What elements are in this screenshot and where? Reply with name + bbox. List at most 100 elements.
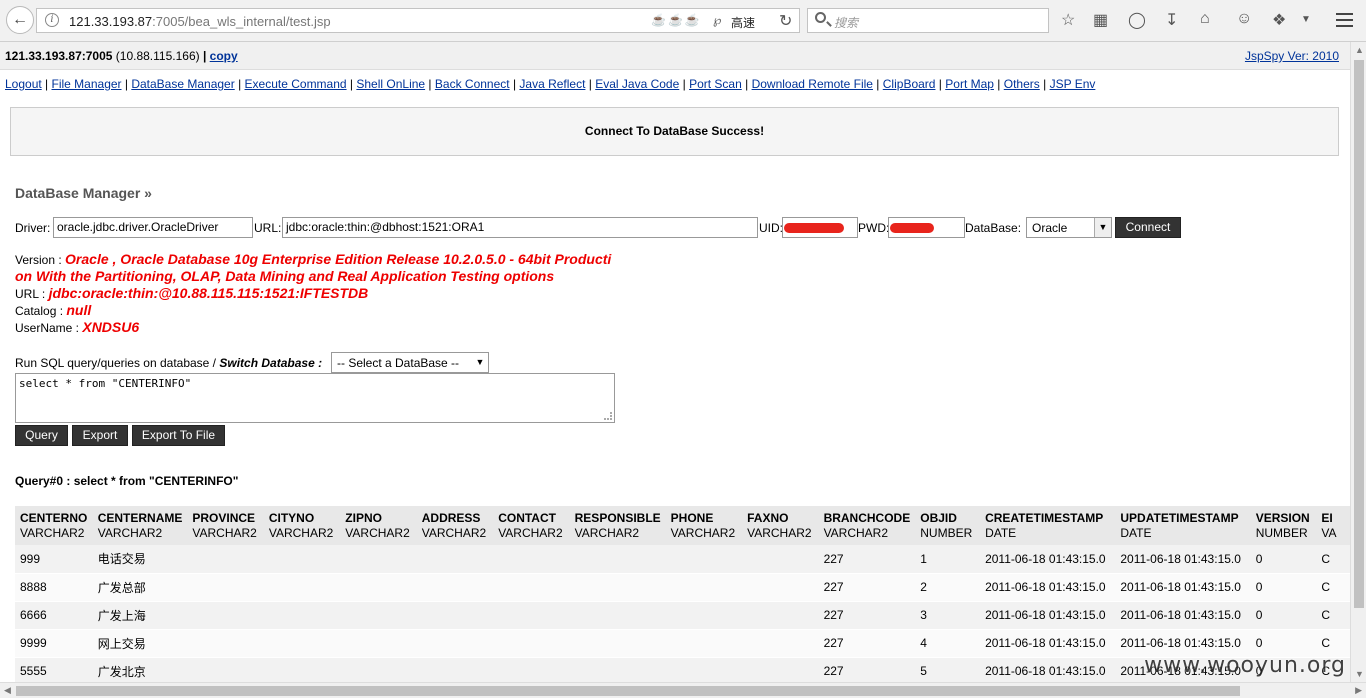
switch-database-select[interactable]: -- Select a DataBase -- ▼ [331, 352, 489, 373]
home-icon[interactable]: ⌂ [1200, 10, 1210, 28]
table-cell: 2011-06-18 01:43:15.0 [980, 657, 1116, 682]
driver-input[interactable]: oracle.jdbc.driver.OracleDriver [53, 217, 253, 238]
table-cell: C [1316, 573, 1350, 602]
catalog-label: Catalog : [15, 304, 64, 318]
username-label: UserName : [15, 321, 80, 335]
version-link[interactable]: JspSpy Ver: 2010 [1245, 49, 1339, 63]
table-cell [263, 629, 341, 658]
speed-label[interactable]: 高速 [731, 14, 755, 31]
nav-link-others[interactable]: Others [1004, 77, 1040, 91]
url-text[interactable]: 121.33.193.87:7005/bea_wls_internal/test… [69, 14, 331, 29]
column-name: PHONE [670, 511, 714, 525]
vertical-scroll-thumb[interactable] [1354, 60, 1364, 608]
vertical-scrollbar[interactable]: ▲ ▼ [1350, 42, 1366, 682]
database-label: DataBase: [965, 221, 1022, 235]
table-cell: 6666 [15, 601, 93, 630]
chat-icon[interactable]: ☺ [1236, 10, 1252, 28]
scroll-down-icon[interactable]: ▼ [1355, 669, 1364, 679]
table-row: 8888 广发总部 227 2 2011-06-18 01:43:15.0 2011-06… [15, 573, 1350, 602]
watermark: www.wooyun.org [1144, 653, 1346, 678]
table-cell: 2011-06-18 01:43:15.0 [980, 573, 1116, 602]
database-select[interactable]: Oracle ▼ [1026, 217, 1112, 238]
column-header: ADDRESS VARCHAR2 [416, 506, 494, 545]
nav-link-execute-command[interactable]: Execute Command [245, 77, 347, 91]
column-header: VERSION NUMBER [1250, 506, 1317, 545]
column-header: PHONE VARCHAR2 [665, 506, 743, 545]
nav-link-port-map[interactable]: Port Map [945, 77, 994, 91]
browser-toolbar: ← i 121.33.193.87:7005/bea_wls_internal/… [0, 0, 1366, 42]
table-cell: 2011-06-18 01:43:15.0 [1115, 545, 1251, 574]
chevron-down-icon[interactable]: ▼ [1301, 14, 1311, 25]
column-type: VARCHAR2 [421, 526, 487, 540]
reload-icon[interactable]: ↻ [779, 11, 792, 31]
nav-link-clipboard[interactable]: ClipBoard [883, 77, 936, 91]
horizontal-scroll-thumb[interactable] [16, 686, 1240, 696]
pocket-icon[interactable]: ◯ [1128, 10, 1146, 30]
nav-link-eval-java-code[interactable]: Eval Java Code [595, 77, 679, 91]
query-button[interactable]: Query [15, 425, 68, 446]
extension-icon[interactable]: ❖ [1272, 10, 1286, 30]
speed-icon[interactable]: ℘ [713, 13, 723, 27]
connect-button[interactable]: Connect [1115, 217, 1181, 238]
nav-link-jsp-env[interactable]: JSP Env [1050, 77, 1096, 91]
menu-icon[interactable] [1336, 13, 1353, 27]
export-button[interactable]: Export [72, 425, 128, 446]
nav-link-back-connect[interactable]: Back Connect [435, 77, 510, 91]
column-name: CONTACT [498, 511, 556, 525]
nav-link-port-scan[interactable]: Port Scan [689, 77, 742, 91]
back-arrow-icon[interactable]: ← [6, 6, 34, 34]
query-result-label: Query#0 : select * from "CENTERINFO" [15, 474, 239, 488]
table-cell [493, 573, 570, 602]
nav-separator: | [872, 77, 883, 91]
java-plugin-icons[interactable]: ☕☕☕ [651, 13, 702, 27]
nav-link-download-remote-file[interactable]: Download Remote File [752, 77, 873, 91]
column-name: RESPONSIBLE [574, 511, 661, 525]
column-header: CREATETIMESTAMP DATE [980, 506, 1116, 545]
table-cell [416, 601, 494, 630]
bookmark-star-icon[interactable]: ☆ [1061, 10, 1075, 30]
search-bar[interactable]: 搜索 [807, 8, 1049, 33]
nav-link-file-manager[interactable]: File Manager [52, 77, 122, 91]
nav-link-database-manager[interactable]: DataBase Manager [131, 77, 234, 91]
url-input[interactable]: jdbc:oracle:thin:@dbhost:1521:ORA1 [282, 217, 758, 238]
horizontal-scrollbar[interactable]: ◀ ▶ [0, 682, 1366, 698]
nav-link-java-reflect[interactable]: Java Reflect [519, 77, 585, 91]
column-name: EI [1321, 511, 1333, 525]
table-cell [665, 657, 743, 682]
column-name: PROVINCE [192, 511, 256, 525]
column-type: VARCHAR2 [268, 526, 334, 540]
driver-label: Driver: [15, 221, 51, 235]
url-bar[interactable]: i 121.33.193.87:7005/bea_wls_internal/te… [36, 8, 800, 33]
column-type: NUMBER [920, 526, 973, 540]
host-ip: (10.88.115.166) [115, 49, 200, 63]
nav-separator: | [234, 77, 245, 91]
resize-grip-icon[interactable] [604, 412, 612, 420]
column-header: CENTERNO VARCHAR2 [15, 506, 93, 545]
column-name: BRANCHCODE [823, 511, 911, 525]
table-cell [340, 601, 417, 630]
copy-link[interactable]: copy [210, 49, 238, 63]
reader-icon[interactable]: ▦ [1093, 10, 1108, 30]
column-type: VARCHAR2 [823, 526, 889, 540]
column-header: EI VA [1316, 506, 1350, 545]
table-cell [340, 629, 417, 658]
table-cell: 2011-06-18 01:43:15.0 [980, 601, 1116, 630]
nav-separator: | [346, 77, 357, 91]
redaction-mark [784, 223, 844, 233]
table-cell: 网上交易 [92, 629, 188, 658]
scroll-left-icon[interactable]: ◀ [4, 685, 11, 696]
export-to-file-button[interactable]: Export To File [132, 425, 225, 446]
database-select-value: Oracle [1032, 221, 1068, 235]
download-icon[interactable]: ↧ [1165, 10, 1178, 30]
scroll-right-icon[interactable]: ▶ [1355, 685, 1362, 696]
catalog-value: null [66, 302, 92, 318]
scroll-up-icon[interactable]: ▲ [1355, 45, 1364, 55]
separator: | [202, 49, 207, 63]
info-icon[interactable]: i [45, 13, 59, 27]
table-cell [263, 545, 341, 574]
sql-textarea[interactable]: select * from "CENTERINFO" [15, 373, 615, 423]
header-bar: 121.33.193.87:7005 (10.88.115.166) | cop… [0, 42, 1350, 70]
nav-link-logout[interactable]: Logout [5, 77, 42, 91]
nav-link-shell-online[interactable]: Shell OnLine [356, 77, 425, 91]
table-cell [416, 573, 494, 602]
